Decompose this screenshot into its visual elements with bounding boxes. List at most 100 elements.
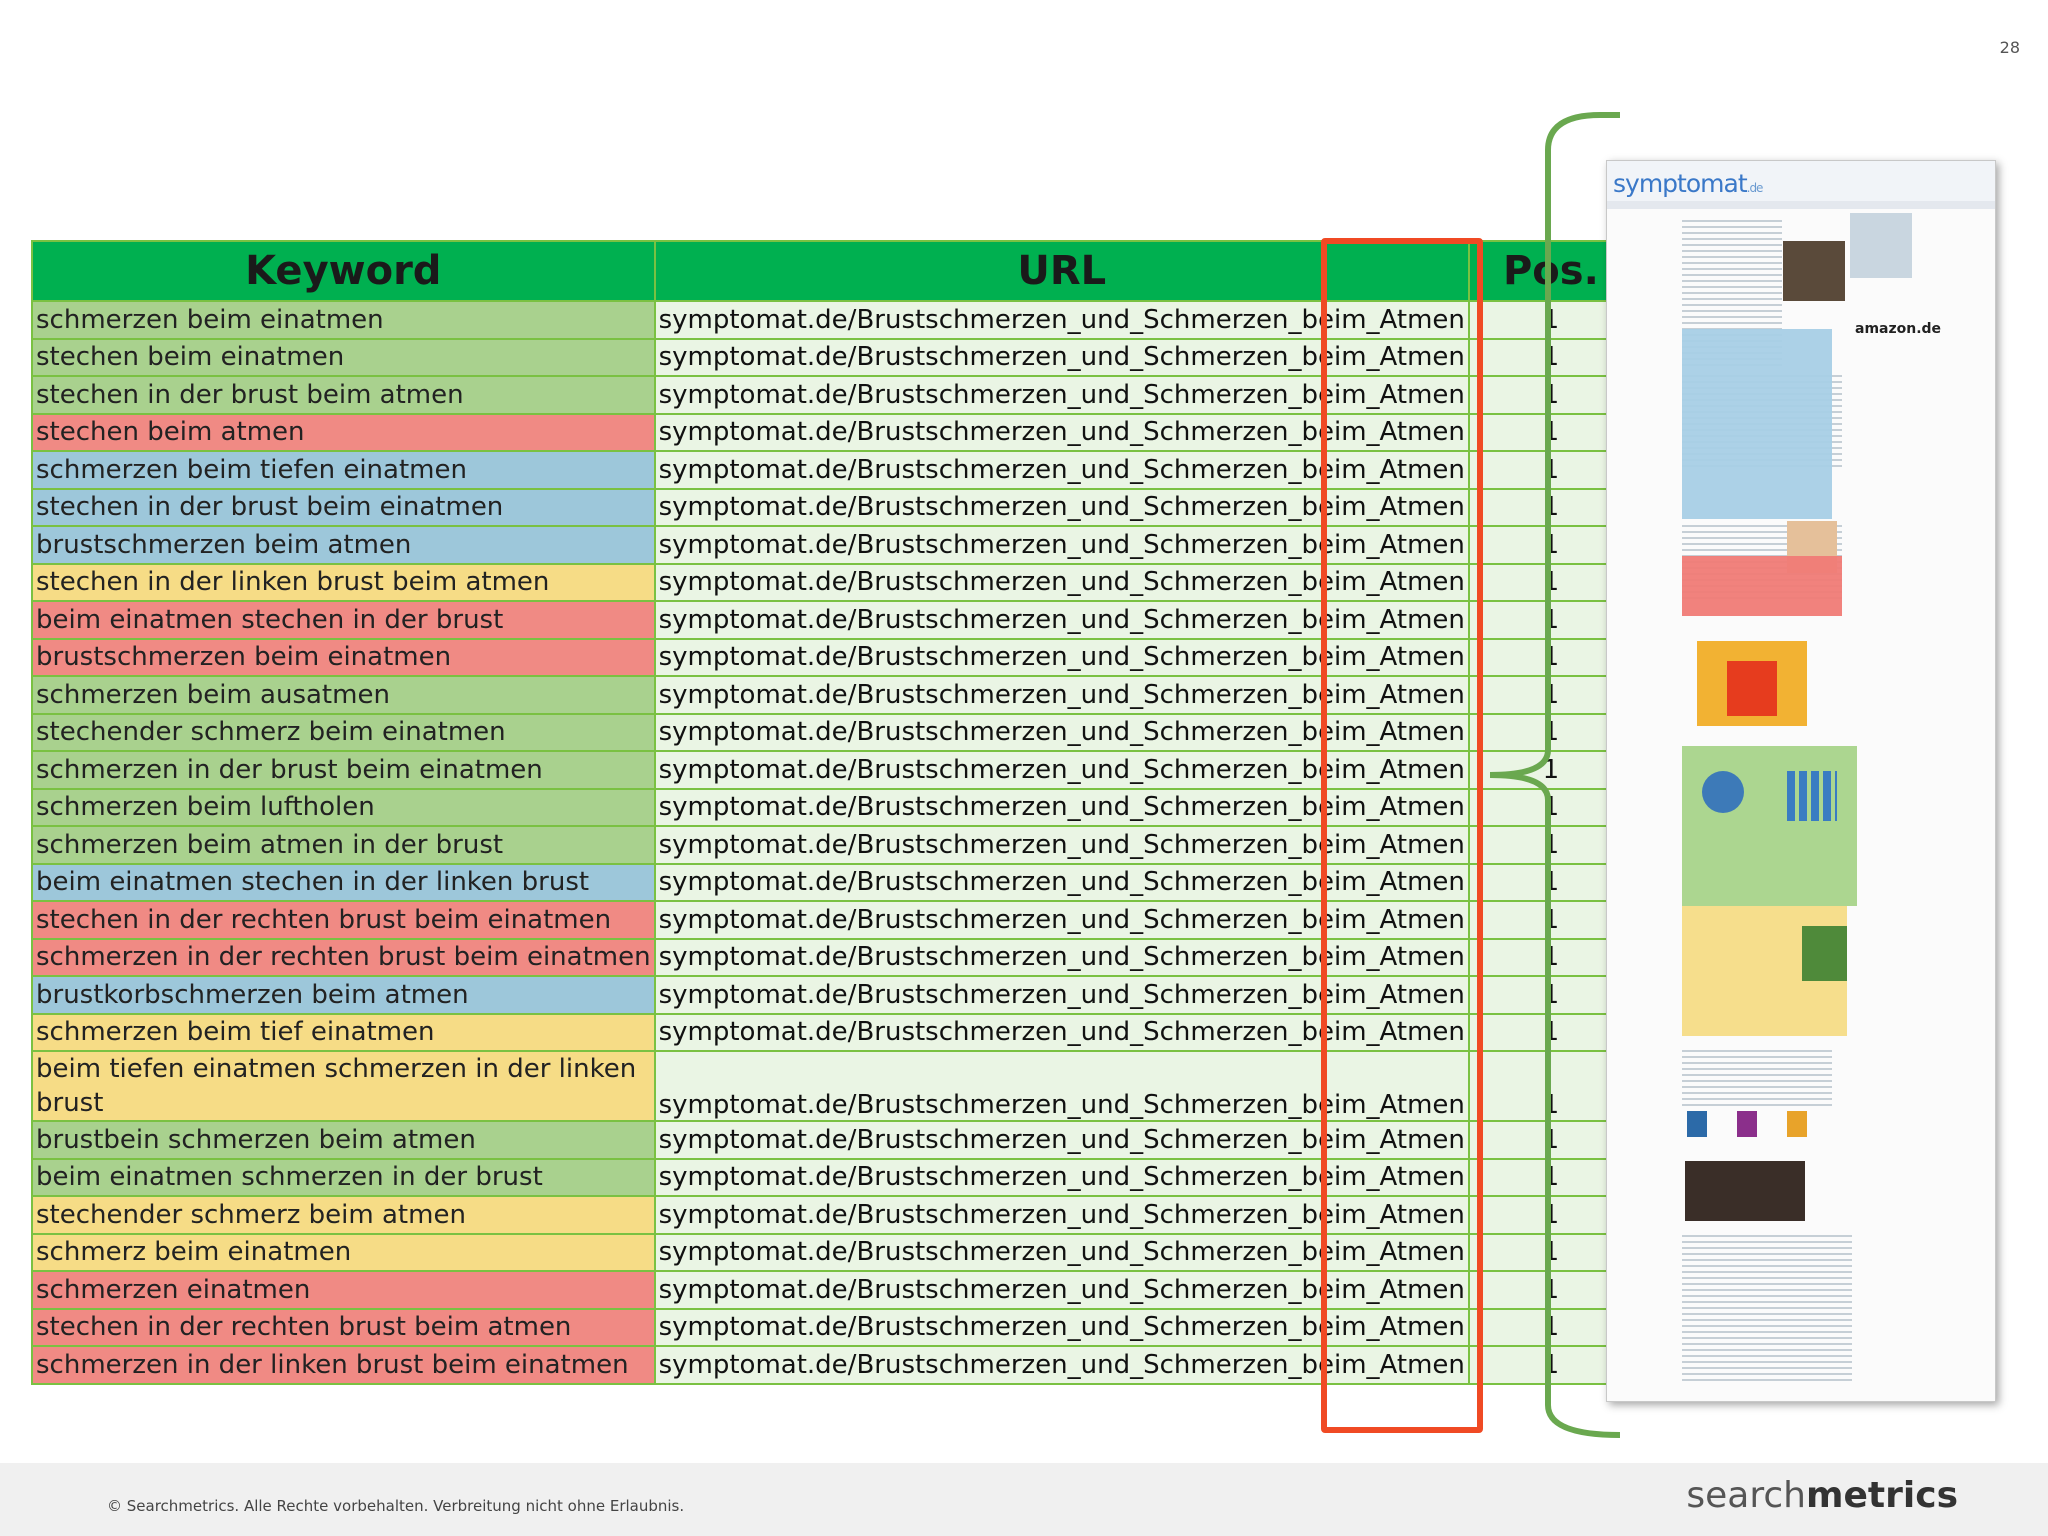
url-cell: symptomat.de/Brustschmerzen_und_Schmerze… — [653, 600, 1470, 640]
thumbnail-comments — [1682, 1231, 1852, 1381]
thumbnail-ad-image — [1783, 241, 1845, 301]
url-cell: symptomat.de/Brustschmerzen_und_Schmerze… — [653, 1012, 1470, 1052]
keyword-cell: stechen in der rechten brust beim einatm… — [31, 900, 656, 940]
keyword-cell: stechen in der rechten brust beim atmen — [31, 1307, 656, 1347]
symptomat-logo: symptomat.de — [1613, 169, 1763, 198]
table-row: beim einatmen schmerzen in der brust symp… — [31, 1157, 1634, 1197]
url-cell: symptomat.de/Brustschmerzen_und_Schmerze… — [653, 1307, 1470, 1347]
keyword-cell: schmerzen beim tief einatmen — [31, 1012, 656, 1052]
table-row: stechen in der rechten brust beim atmen s… — [31, 1307, 1634, 1347]
table-row: schmerzen einatmen symptomat.de/Brustschm… — [31, 1270, 1634, 1310]
keyword-cell: beim einatmen schmerzen in der brust — [31, 1157, 656, 1197]
keyword-cell: schmerzen in der rechten brust beim eina… — [31, 937, 656, 977]
url-cell: symptomat.de/Brustschmerzen_und_Schmerze… — [653, 412, 1470, 452]
url-cell: symptomat.de/Brustschmerzen_und_Schmerze… — [653, 937, 1470, 977]
keyword-cell: brustschmerzen beim einatmen — [31, 637, 656, 677]
url-cell: symptomat.de/Brustschmerzen_und_Schmerze… — [653, 1120, 1470, 1160]
footer-bar: © Searchmetrics. Alle Rechte vorbehalten… — [0, 1463, 2048, 1536]
url-cell: symptomat.de/Brustschmerzen_und_Schmerze… — [653, 900, 1470, 940]
keyword-cell: beim einatmen stechen in der linken brus… — [31, 862, 656, 902]
searchmetrics-logo: searchmetrics — [1686, 1475, 1958, 1516]
url-cell: symptomat.de/Brustschmerzen_und_Schmerze… — [653, 712, 1470, 752]
url-cell: symptomat.de/Brustschmerzen_und_Schmerze… — [653, 637, 1470, 677]
table-row: schmerzen beim luftholen symptomat.de/Bru… — [31, 787, 1634, 827]
url-cell: symptomat.de/Brustschmerzen_und_Schmerze… — [653, 487, 1470, 527]
keyword-cell: schmerzen in der brust beim einatmen — [31, 750, 656, 790]
table-row: schmerzen in der brust beim einatmen symp… — [31, 750, 1634, 790]
url-cell: symptomat.de/Brustschmerzen_und_Schmerze… — [653, 1270, 1470, 1310]
thumbnail-map-hotspot — [1727, 661, 1777, 716]
keyword-cell: schmerzen beim atmen in der brust — [31, 825, 656, 865]
thumbnail-book-1 — [1687, 1111, 1707, 1137]
url-cell: symptomat.de/Brustschmerzen_und_Schmerze… — [653, 300, 1470, 340]
keyword-cell: schmerz beim einatmen — [31, 1232, 656, 1272]
table-row: schmerzen beim ausatmen symptomat.de/Brus… — [31, 675, 1634, 715]
url-cell: symptomat.de/Brustschmerzen_und_Schmerze… — [653, 562, 1470, 602]
thumbnail-book-2 — [1737, 1111, 1757, 1137]
table-row: stechen beim einatmen symptomat.de/Brusts… — [31, 337, 1634, 377]
table-row: stechender schmerz beim einatmen symptoma… — [31, 712, 1634, 752]
url-cell: symptomat.de/Brustschmerzen_und_Schmerze… — [653, 375, 1470, 415]
keyword-cell: brustbein schmerzen beim atmen — [31, 1120, 656, 1160]
table-row: schmerzen beim einatmen symptomat.de/Brus… — [31, 300, 1634, 340]
thumbnail-text-block-2 — [1682, 1046, 1832, 1106]
keyword-cell: stechender schmerz beim atmen — [31, 1195, 656, 1235]
table-row: schmerzen beim tiefen einatmen symptomat.… — [31, 450, 1634, 490]
thumbnail-site-header: symptomat.de — [1607, 161, 1995, 201]
thumbnail-green-highlight — [1682, 746, 1857, 906]
keyword-cell: brustschmerzen beim atmen — [31, 525, 656, 565]
keyword-cell: stechen beim atmen — [31, 412, 656, 452]
keyword-cell: brustkorbschmerzen beim atmen — [31, 975, 656, 1015]
url-cell: symptomat.de/Brustschmerzen_und_Schmerze… — [653, 975, 1470, 1015]
keyword-cell: stechen in der brust beim atmen — [31, 375, 656, 415]
keyword-cell: beim tiefen einatmen schmerzen in der li… — [31, 1050, 656, 1122]
keyword-cell: schmerzen einatmen — [31, 1270, 656, 1310]
thumbnail-side-ad — [1802, 926, 1847, 981]
url-cell: symptomat.de/Brustschmerzen_und_Schmerze… — [653, 337, 1470, 377]
table-row: stechen in der brust beim einatmen sympto… — [31, 487, 1634, 527]
table-row: stechender schmerz beim atmen symptomat.d… — [31, 1195, 1634, 1235]
keyword-cell: stechen in der linken brust beim atmen — [31, 562, 656, 602]
thumbnail-amazon-logo: amazon.de — [1855, 321, 1942, 337]
page-number: 28 — [1999, 38, 2020, 57]
thumbnail-blue-highlight — [1682, 329, 1832, 519]
keyword-cell: schmerzen beim ausatmen — [31, 675, 656, 715]
keyword-cell: beim einatmen stechen in der brust — [31, 600, 656, 640]
url-cell: symptomat.de/Brustschmerzen_und_Schmerze… — [653, 750, 1470, 790]
table-row: brustkorbschmerzen beim atmen symptomat.d… — [31, 975, 1634, 1015]
thumbnail-doctor-image — [1850, 213, 1912, 278]
keyword-ranking-table: Keyword URL Pos. schmerzen beim einatmen… — [31, 240, 1634, 1385]
url-cell: symptomat.de/Brustschmerzen_und_Schmerze… — [653, 787, 1470, 827]
keyword-cell: schmerzen beim tiefen einatmen — [31, 450, 656, 490]
keyword-column-header: Keyword — [31, 240, 656, 302]
keyword-cell: stechen in der brust beim einatmen — [31, 487, 656, 527]
table-header-row: Keyword URL Pos. — [31, 240, 1634, 302]
table-row: stechen in der rechten brust beim einatm… — [31, 900, 1634, 940]
table-row: stechen beim atmen symptomat.de/Brustschm… — [31, 412, 1634, 452]
url-cell: symptomat.de/Brustschmerzen_und_Schmerze… — [653, 450, 1470, 490]
table-row: brustschmerzen beim atmen symptomat.de/Br… — [31, 525, 1634, 565]
url-cell: symptomat.de/Brustschmerzen_und_Schmerze… — [653, 525, 1470, 565]
table-row: stechen in der linken brust beim atmen sy… — [31, 562, 1634, 602]
copyright-notice: © Searchmetrics. Alle Rechte vorbehalten… — [107, 1497, 685, 1515]
url-cell: symptomat.de/Brustschmerzen_und_Schmerze… — [653, 1345, 1470, 1385]
url-cell: symptomat.de/Brustschmerzen_und_Schmerze… — [653, 675, 1470, 715]
table-row: beim tiefen einatmen schmerzen in der li… — [31, 1050, 1634, 1122]
table-row: brustbein schmerzen beim atmen symptomat.… — [31, 1120, 1634, 1160]
thumbnail-red-highlight — [1682, 556, 1842, 616]
thumbnail-nav-bar — [1607, 201, 1995, 209]
keyword-cell: stechen beim einatmen — [31, 337, 656, 377]
table-row: schmerzen beim tief einatmen symptomat.de… — [31, 1012, 1634, 1052]
table-row: brustschmerzen beim einatmen symptomat.de… — [31, 637, 1634, 677]
url-cell: symptomat.de/Brustschmerzen_und_Schmerze… — [653, 825, 1470, 865]
keyword-cell: schmerzen beim luftholen — [31, 787, 656, 827]
thumbnail-bar-chart — [1787, 771, 1837, 821]
url-cell: symptomat.de/Brustschmerzen_und_Schmerze… — [653, 1195, 1470, 1235]
thumbnail-pie-chart — [1702, 771, 1744, 813]
table-row: schmerz beim einatmen symptomat.de/Brusts… — [31, 1232, 1634, 1272]
thumbnail-video — [1685, 1161, 1805, 1221]
table-row: stechen in der brust beim atmen symptomat… — [31, 375, 1634, 415]
table-row: schmerzen in der rechten brust beim eina… — [31, 937, 1634, 977]
keyword-cell: schmerzen beim einatmen — [31, 300, 656, 340]
keyword-cell: stechender schmerz beim einatmen — [31, 712, 656, 752]
